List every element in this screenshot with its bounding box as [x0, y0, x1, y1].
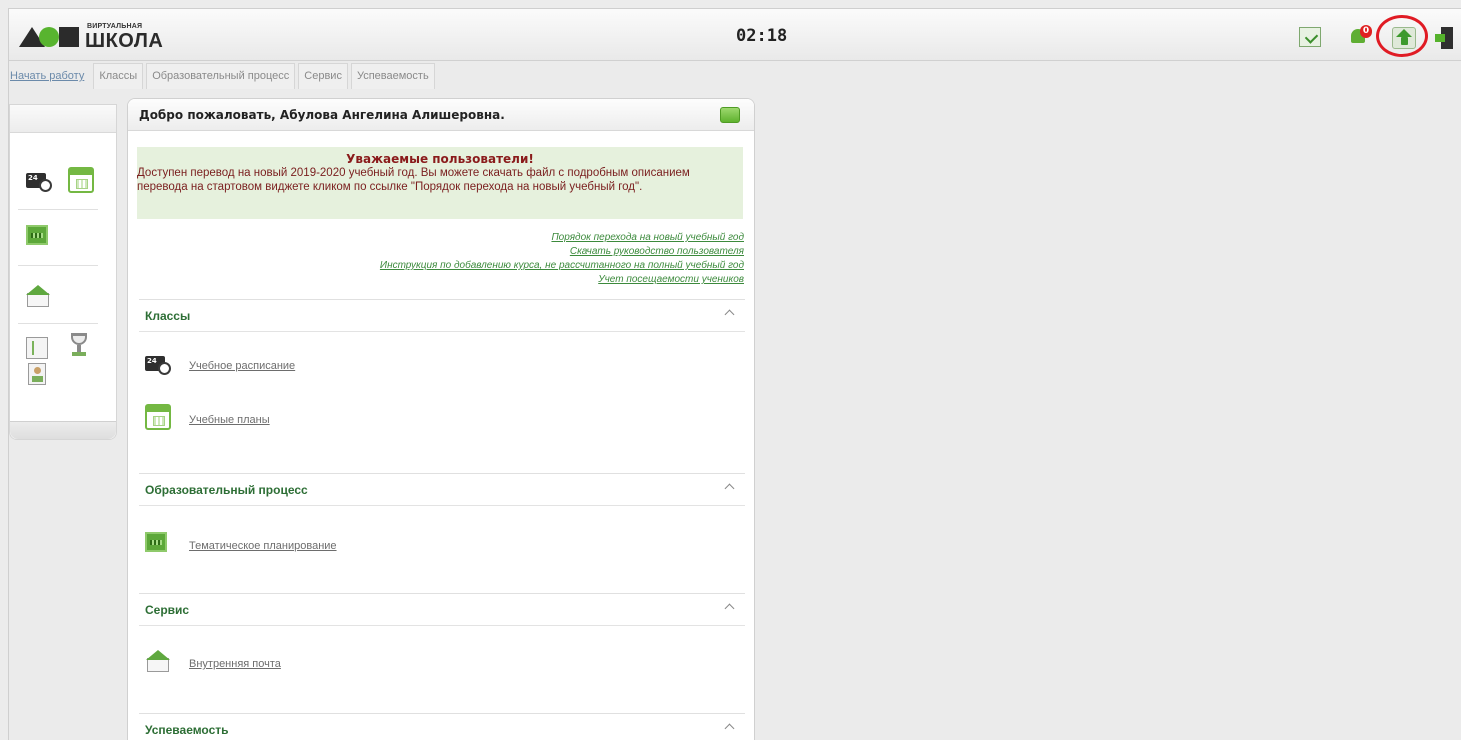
chevron-up-icon[interactable] [724, 723, 735, 734]
logo-square [59, 27, 79, 47]
trophy-icon[interactable] [68, 333, 90, 359]
item-label[interactable]: Тематическое планирование [189, 540, 337, 552]
section-header[interactable]: Образовательный процесс [139, 474, 745, 506]
item-label[interactable]: Учебные планы [189, 414, 270, 426]
envelope-roof [146, 650, 170, 660]
schedule-icon [145, 354, 173, 376]
widget-header: Добро пожаловать, Абулова Ангелина Алише… [128, 99, 754, 131]
calendar-check-icon[interactable] [1299, 27, 1321, 47]
exit-icon[interactable] [1435, 27, 1455, 49]
section-classes: Классы Учебное расписание Учебные планы [139, 299, 745, 469]
item-label[interactable]: Внутренняя почта [189, 658, 281, 670]
mail-icon [145, 650, 171, 672]
chevron-up-icon[interactable] [724, 483, 735, 494]
main-tabs: Начать работу Классы Образовательный про… [9, 63, 438, 89]
study-plan-icon[interactable] [68, 167, 94, 193]
link-user-guide[interactable]: Скачать руководство пользователя [380, 245, 744, 259]
notifications-bell-icon[interactable]: 0 [1351, 25, 1373, 47]
thematic-planning-icon[interactable] [26, 225, 48, 245]
announcement-text: Доступен перевод на новый 2019-2020 учеб… [137, 167, 690, 193]
highlight-circle [1376, 15, 1428, 57]
announcement-title: Уважаемые пользователи! [346, 152, 534, 166]
quick-icons-panel [9, 104, 117, 440]
welcome-text: Добро пожаловать, Абулова Ангелина Алише… [139, 108, 505, 122]
quick-panel-footer [10, 421, 116, 439]
envelope-shape [147, 658, 169, 672]
section-title: Образовательный процесс [145, 483, 308, 497]
portfolio-icon[interactable] [28, 363, 46, 385]
section-header[interactable]: Сервис [139, 594, 745, 626]
divider [18, 265, 98, 266]
chevron-up-icon[interactable] [724, 309, 735, 320]
section-header[interactable]: Успеваемость [139, 714, 745, 740]
link-course-instructions[interactable]: Инструкция по добавлению курса, не рассч… [380, 259, 744, 273]
section-performance: Успеваемость [139, 713, 745, 740]
section-educational-process: Образовательный процесс Тематическое пла… [139, 473, 745, 591]
tab-classes[interactable]: Классы [93, 63, 144, 89]
study-plan-icon [145, 404, 171, 430]
app-window: ВИРТУАЛЬНАЯ ШКОЛА 02:18 0 Начать работу … [8, 8, 1461, 740]
mail-icon[interactable] [25, 285, 51, 307]
cup-bowl [71, 333, 87, 345]
exit-arrow [1435, 34, 1445, 42]
logo-title: ШКОЛА [85, 30, 164, 52]
section-service: Сервис Внутренняя почта [139, 593, 745, 711]
divider [18, 209, 98, 210]
divider [18, 323, 98, 324]
cup-stem [77, 345, 81, 352]
logo-subtitle: ВИРТУАЛЬНАЯ [87, 23, 143, 30]
section-title: Сервис [145, 603, 190, 617]
logo-circle [39, 27, 59, 47]
quick-links: Порядок перехода на новый учебный год Ск… [380, 231, 744, 287]
widget-settings-button[interactable] [720, 107, 740, 123]
clock-icon [39, 179, 52, 192]
journal-icon[interactable] [26, 337, 48, 359]
tab-performance[interactable]: Успеваемость [350, 63, 435, 89]
section-title: Классы [145, 309, 191, 323]
schedule-icon[interactable] [26, 171, 54, 193]
tab-service[interactable]: Сервис [298, 63, 348, 89]
item-label[interactable]: Учебное расписание [189, 360, 295, 372]
envelope-shape [27, 293, 49, 307]
tab-start-work[interactable]: Начать работу [9, 63, 90, 89]
cup-base [72, 352, 86, 356]
top-bar: ВИРТУАЛЬНАЯ ШКОЛА 02:18 0 [9, 9, 1461, 61]
start-widget: Добро пожаловать, Абулова Ангелина Алише… [127, 98, 755, 740]
section-title: Успеваемость [145, 723, 229, 737]
chevron-up-icon[interactable] [724, 603, 735, 614]
thematic-planning-icon [145, 532, 167, 552]
clock-icon [158, 362, 171, 375]
section-header[interactable]: Классы [139, 300, 745, 332]
link-attendance[interactable]: Учет посещаемости учеников [380, 273, 744, 287]
tab-educational-process[interactable]: Образовательный процесс [146, 63, 296, 89]
notification-badge: 0 [1360, 25, 1372, 38]
envelope-roof [26, 285, 50, 295]
quick-panel-header [10, 105, 116, 133]
session-timer: 02:18 [736, 26, 788, 46]
link-new-year-procedure[interactable]: Порядок перехода на новый учебный год [380, 231, 744, 245]
announcement-box: Уважаемые пользователи! Доступен перевод… [137, 147, 743, 219]
